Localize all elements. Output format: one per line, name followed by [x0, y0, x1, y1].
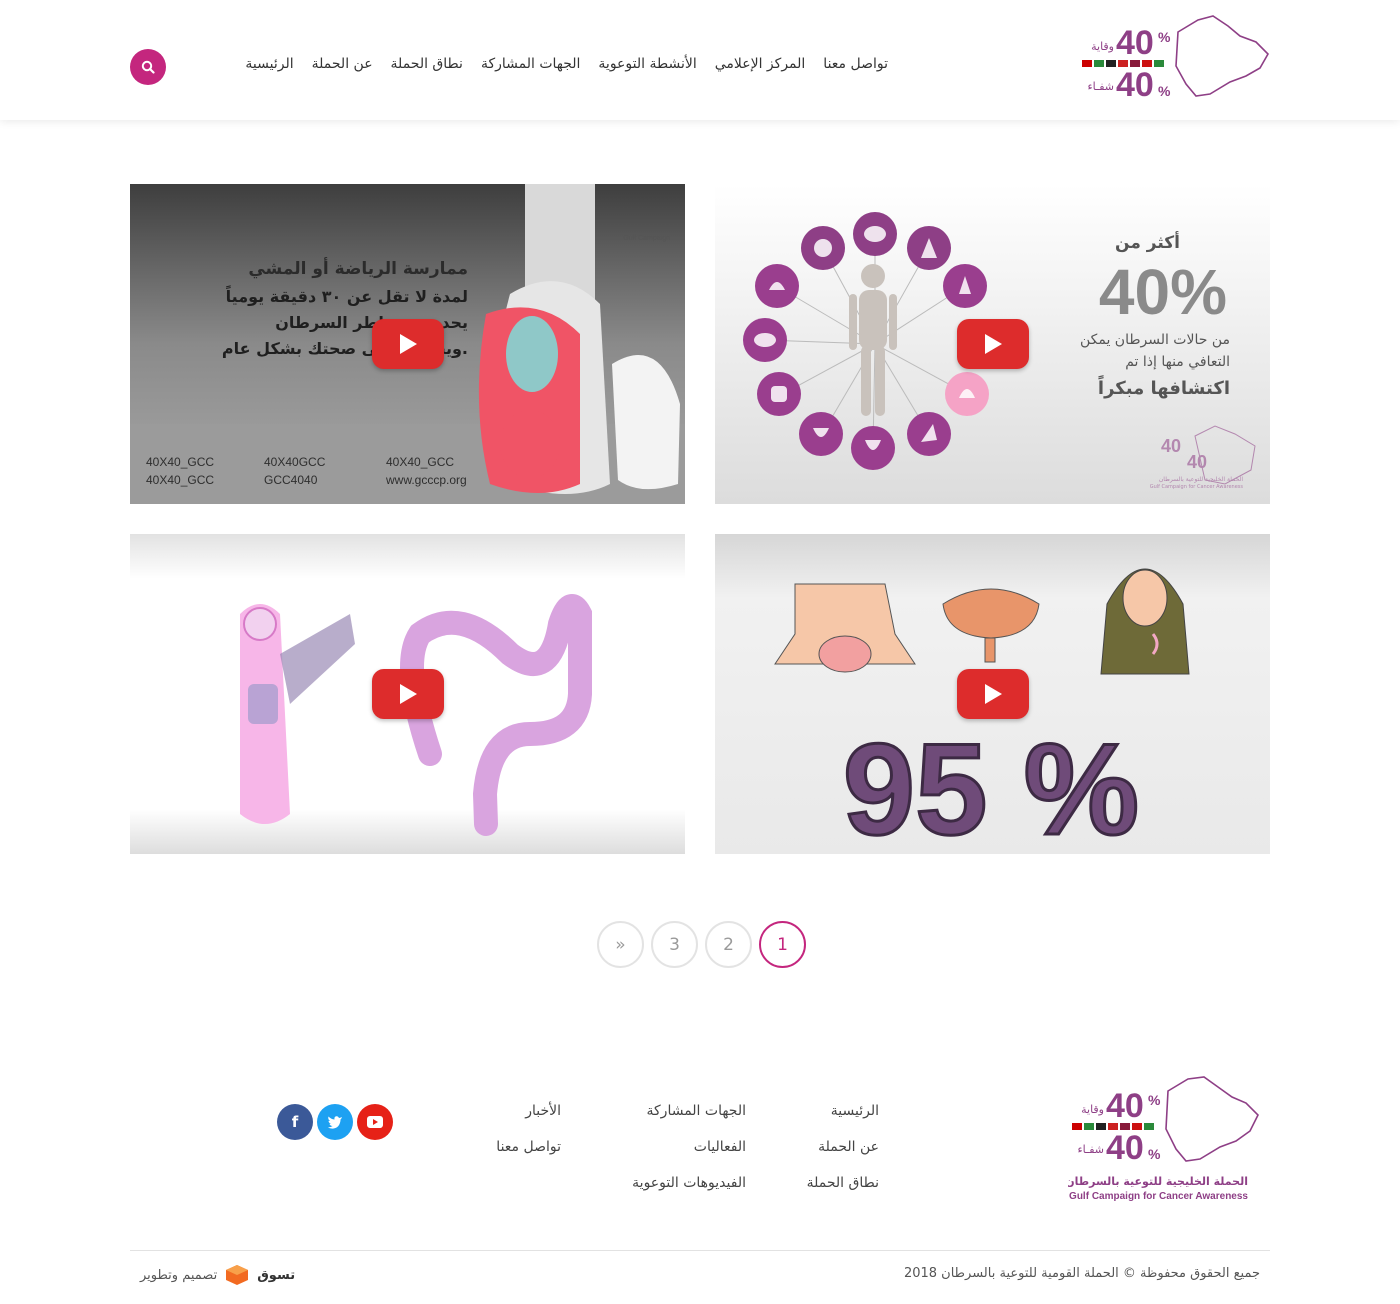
svg-text:40X40_GCC: 40X40_GCC	[146, 473, 214, 487]
svg-text:www.gcccp.org: www.gcccp.org	[385, 473, 467, 487]
svg-text:40: 40	[1106, 1129, 1144, 1167]
logo-cure: شفـاء	[1087, 80, 1114, 93]
nav-home[interactable]: الرئيسية	[245, 56, 293, 72]
play-icon	[984, 334, 1002, 354]
play-button[interactable]	[371, 319, 444, 369]
video-2-line-1: ممارسة الرياضة أو المشي	[248, 257, 468, 279]
nav-activities[interactable]: الأنشطة التوعوية	[598, 56, 696, 72]
svg-text:%: %	[1148, 1146, 1161, 1162]
svg-text:GCC4040: GCC4040	[264, 473, 318, 487]
footer-link-home[interactable]: الرئيسية	[807, 1102, 879, 1120]
play-icon	[399, 334, 417, 354]
footer-links-col-1: الرئيسية عن الحملة نطاق الحملة	[807, 1102, 879, 1210]
footer-divider	[130, 1250, 1270, 1251]
svg-text:Gulf Campaign for Cancer Aware: Gulf Campaign for Cancer Awareness	[1150, 484, 1244, 490]
play-button[interactable]	[371, 669, 444, 719]
nav-media-center[interactable]: المركز الإعلامي	[715, 56, 806, 72]
svg-text:الحملة الخليجية للتوعية بالسرط: الحملة الخليجية للتوعية بالسرطان	[1159, 476, 1243, 483]
video-1-line-5: اكتشافها مبكراً	[1097, 375, 1230, 399]
video-card-95-percent[interactable]: 95 %	[715, 534, 1270, 854]
video-2-brand: Gulf Campaign	[623, 235, 670, 242]
video-1-line-3: من حالات السرطان يمكن	[1080, 332, 1230, 348]
video-3-big-number: 95 %	[843, 716, 1139, 854]
svg-text:%: %	[1158, 83, 1171, 99]
svg-text:الحملة الخليجية للتوعية بالسرط: الحملة الخليجية للتوعية بالسرطان	[1068, 1175, 1248, 1188]
svg-text:40X40_GCC: 40X40_GCC	[146, 455, 214, 469]
site-header: 40 % وقاية 40 % شفـاء الرئيسية عن الحملة…	[0, 0, 1400, 120]
credit-label: تصميم وتطوير	[140, 1267, 218, 1283]
svg-text:40: 40	[1106, 1087, 1144, 1125]
svg-text:Gulf Campaign for Cancer Aware: Gulf Campaign for Cancer Awareness	[1069, 1191, 1248, 1202]
video-1-percent: 40%	[1099, 256, 1227, 328]
svg-text:40: 40	[1161, 436, 1181, 456]
pagination-page-3[interactable]: 3	[651, 921, 698, 968]
video-card-colon[interactable]	[130, 534, 685, 854]
svg-text:40X40GCC: 40X40GCC	[264, 455, 326, 469]
pagination-page-1[interactable]: 1	[759, 921, 806, 968]
footer-links-col-2: الجهات المشاركة الفعاليات الفيديوهات الت…	[632, 1102, 746, 1210]
svg-text:شفـاء: شفـاء	[1077, 1143, 1104, 1156]
logo-prevention: وقاية	[1091, 40, 1114, 53]
svg-text:%: %	[1148, 1092, 1161, 1108]
video-1-line-1: أكثر من	[1115, 231, 1180, 253]
video-1-line-4: التعافي منها إذا تم	[1125, 354, 1230, 370]
facebook-icon[interactable]: f	[277, 1104, 313, 1140]
social-links: f	[277, 1104, 393, 1140]
nav-about[interactable]: عن الحملة	[312, 56, 373, 72]
footer-link-news[interactable]: الأخبار	[496, 1102, 561, 1120]
logo-number-bottom: 40	[1116, 66, 1154, 100]
footer-link-about[interactable]: عن الحملة	[807, 1138, 879, 1156]
svg-text:%: %	[1158, 29, 1171, 45]
nav-contact[interactable]: تواصل معنا	[823, 56, 888, 72]
credit-brand: تسوق	[257, 1267, 296, 1283]
twitter-icon[interactable]	[317, 1104, 353, 1140]
footer-logo[interactable]: 40 % وقاية 40 % شفـاء الحملة الخليجية لل…	[1065, 1075, 1260, 1203]
video-2-line-2: لمدة لا تقل عن ٣٠ دقيقة يومياً	[225, 284, 468, 306]
footer-link-partners[interactable]: الجهات المشاركة	[632, 1102, 746, 1120]
svg-text:40X40_GCC: 40X40_GCC	[386, 455, 454, 469]
play-button[interactable]	[956, 319, 1029, 369]
pagination-next[interactable]: »	[597, 921, 644, 968]
logo-number-top: 40	[1116, 24, 1154, 62]
campaign-logo[interactable]: 40 % وقاية 40 % شفـاء	[1078, 12, 1270, 104]
search-button[interactable]	[130, 49, 166, 85]
play-icon	[399, 684, 417, 704]
video-card-early-detection[interactable]: أكثر من 40% من حالات السرطان يمكن التعاف…	[715, 184, 1270, 504]
footer-link-contact[interactable]: تواصل معنا	[496, 1138, 561, 1156]
copyright-text: جميع الحقوق محفوظة © الحملة القومية للتو…	[903, 1266, 1260, 1281]
nav-scope[interactable]: نطاق الحملة	[391, 56, 463, 72]
search-icon	[141, 60, 155, 74]
developer-credit[interactable]: تصميم وتطوير تسوق	[140, 1264, 295, 1286]
play-icon	[984, 684, 1002, 704]
footer-link-scope[interactable]: نطاق الحملة	[807, 1174, 879, 1192]
main-nav: الرئيسية عن الحملة نطاق الحملة الجهات ال…	[245, 56, 888, 72]
tasawaq-logo-icon	[226, 1265, 249, 1285]
footer-link-events[interactable]: الفعاليات	[632, 1138, 746, 1156]
pagination: » 3 2 1	[597, 921, 806, 968]
play-button[interactable]	[956, 669, 1029, 719]
youtube-icon[interactable]	[357, 1104, 393, 1140]
footer-links-col-3: الأخبار تواصل معنا	[496, 1102, 561, 1174]
svg-text:وقاية: وقاية	[1081, 1103, 1104, 1116]
nav-partners[interactable]: الجهات المشاركة	[481, 56, 580, 72]
pagination-page-2[interactable]: 2	[705, 921, 752, 968]
video-card-exercise[interactable]: ممارسة الرياضة أو المشي لمدة لا تقل عن ٣…	[130, 184, 685, 504]
footer-link-videos[interactable]: الفيديوهات التوعوية	[632, 1174, 746, 1192]
svg-text:40: 40	[1187, 452, 1207, 472]
